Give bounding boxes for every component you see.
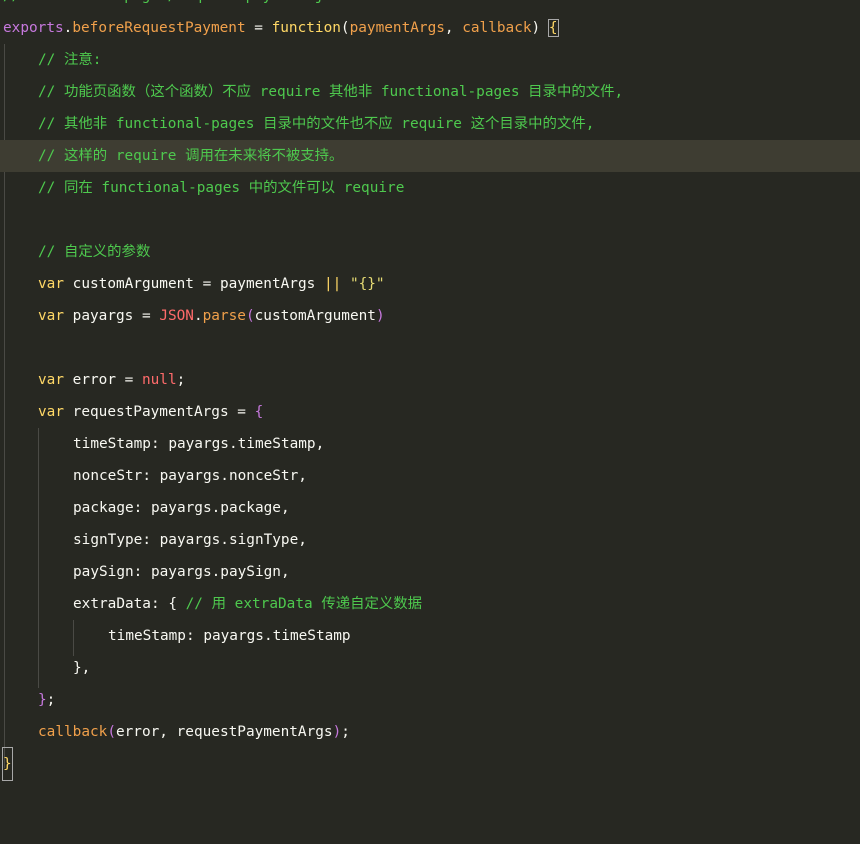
token-param-callback: callback	[462, 20, 532, 36]
code-line-property: timeStamp: payargs.timeStamp	[108, 628, 351, 644]
code-line-close-function: }	[0, 747, 860, 781]
token-property-key: timeStamp	[73, 436, 151, 452]
comment-text: // 这样的 require 调用在未来将不被支持。	[38, 148, 344, 164]
code-line-file-comment: // functional-pages/request-payment.js	[0, 0, 860, 12]
token-property-key: extraData	[73, 596, 151, 612]
matched-brace-close: }	[2, 747, 13, 781]
token-param-paymentArgs: paymentArgs	[349, 20, 445, 36]
code-line-comment: // 同在 functional-pages 中的文件可以 require	[0, 172, 860, 204]
comment-text: // 功能页函数（这个函数）不应 require 其他非 functional-…	[38, 84, 624, 100]
code-line-property-extraData: extraData: { // 用 extraData 传递自定义数据	[73, 596, 423, 612]
token-var-keyword: var	[38, 308, 64, 324]
code-line-property: nonceStr: payargs.nonceStr,	[73, 468, 307, 484]
code-line-var-error: var error = null;	[38, 372, 186, 388]
token-null: null	[141, 372, 177, 388]
code-line-property: paySign: payargs.paySign,	[73, 564, 290, 580]
file-path-comment: // functional-pages/request-payment.js	[3, 0, 332, 12]
code-line-current: // 这样的 require 调用在未来将不被支持。	[0, 140, 860, 172]
code-line-function-declaration: exports.beforeRequestPayment = function(…	[3, 19, 559, 37]
code-line-var-requestPaymentArgs: var requestPaymentArgs = {	[38, 404, 264, 420]
code-line-property: package: payargs.package,	[73, 500, 290, 516]
token-var-keyword: var	[38, 276, 64, 292]
token-exports: exports	[3, 20, 64, 36]
code-line-property: timeStamp: payargs.timeStamp,	[73, 436, 325, 452]
code-line-close-inner: },	[73, 660, 91, 676]
token-or-operator: ||	[315, 276, 350, 292]
code-line-callback-call: callback(error, requestPaymentArgs);	[38, 724, 350, 740]
code-line-comment: // 其他非 functional-pages 目录中的文件也不应 requir…	[0, 108, 860, 140]
token-property-key: package	[73, 500, 134, 516]
token-function-name: beforeRequestPayment	[72, 20, 246, 36]
comment-text: // 用 extraData 传递自定义数据	[185, 596, 423, 612]
code-line-comment: // 功能页函数（这个函数）不应 require 其他非 functional-…	[0, 76, 860, 108]
comment-text: // 自定义的参数	[38, 244, 151, 260]
token-parse: parse	[202, 308, 246, 324]
token-var-keyword: var	[38, 372, 64, 388]
token-property-key: signType	[73, 532, 143, 548]
token-json: JSON	[159, 308, 194, 324]
token-string: "{}"	[349, 276, 385, 292]
code-line-property: signType: payargs.signType,	[73, 532, 307, 548]
token-var-keyword: var	[38, 404, 64, 420]
token-property-key: nonceStr	[73, 468, 143, 484]
comment-text: // 其他非 functional-pages 目录中的文件也不应 requir…	[38, 116, 595, 132]
comment-text: // 注意:	[38, 52, 102, 68]
code-line-comment: // 注意:	[0, 44, 860, 76]
code-editor[interactable]: // functional-pages/request-payment.js e…	[0, 0, 860, 790]
token-property-key: timeStamp	[108, 628, 186, 644]
matched-brace-open: {	[547, 19, 559, 37]
token-callback: callback	[38, 724, 108, 740]
code-line-var-customArgument: var customArgument = paymentArgs || "{}"	[38, 276, 385, 292]
token-function-keyword: function	[271, 20, 341, 36]
code-line-var-payargs: var payargs = JSON.parse(customArgument)	[38, 308, 385, 324]
token-property-key: paySign	[73, 564, 134, 580]
code-line-close-object: };	[38, 692, 56, 708]
code-line-comment: // 自定义的参数	[0, 236, 860, 268]
comment-text: // 同在 functional-pages 中的文件可以 require	[38, 180, 405, 196]
